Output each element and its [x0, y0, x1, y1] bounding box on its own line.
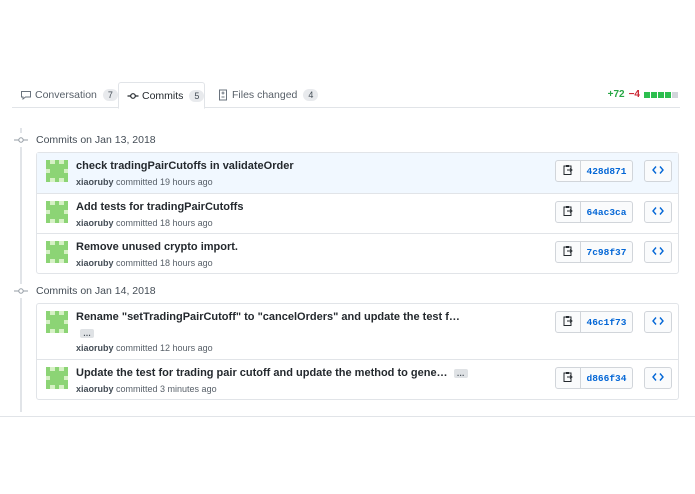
- diffstat-block: [672, 91, 678, 98]
- pr-tabs: Conversation 7 Commits 5 Files changed 4: [12, 82, 680, 109]
- avatar[interactable]: [46, 311, 68, 333]
- commit-sha-link[interactable]: 7c98f37: [581, 241, 633, 263]
- copy-sha-button[interactable]: [555, 311, 581, 333]
- commit-title-link[interactable]: Rename "setTradingPairCutoff" to "cancel…: [76, 311, 460, 323]
- commit-author-link[interactable]: xiaoruby: [76, 177, 114, 187]
- browse-repo-button[interactable]: [644, 160, 672, 182]
- commit-meta: xiaoruby committed 18 hours ago: [76, 258, 213, 268]
- commit-title-link[interactable]: check tradingPairCutoffs in validateOrde…: [76, 160, 294, 172]
- commit-group-header: Commits on Jan 14, 2018: [14, 284, 156, 298]
- tab-label: Commits: [142, 89, 184, 102]
- browse-repo-button[interactable]: [644, 311, 672, 333]
- code-icon: [652, 203, 664, 221]
- commit-group-header: Commits on Jan 13, 2018: [14, 133, 156, 147]
- copy-sha-button[interactable]: [555, 367, 581, 389]
- avatar[interactable]: [46, 241, 68, 263]
- commit-row: Rename "setTradingPairCutoff" to "cancel…: [37, 304, 678, 359]
- tab-commits[interactable]: Commits 5: [118, 82, 205, 109]
- tab-counter: 7: [102, 89, 118, 101]
- commit-time: committed 18 hours ago: [116, 218, 213, 228]
- diffstat: +72 −4: [608, 89, 678, 100]
- divider: [0, 416, 695, 417]
- commit-title-link[interactable]: Remove unused crypto import.: [76, 241, 238, 253]
- commit-title-row: Update the test for trading pair cutoff …: [76, 367, 468, 379]
- avatar[interactable]: [46, 201, 68, 223]
- code-icon: [652, 313, 664, 331]
- commit-list: Rename "setTradingPairCutoff" to "cancel…: [36, 303, 679, 400]
- commit-meta: xiaoruby committed 19 hours ago: [76, 177, 213, 187]
- commit-author-link[interactable]: xiaoruby: [76, 258, 114, 268]
- git-commit-icon: [127, 90, 139, 102]
- commit-row: check tradingPairCutoffs in validateOrde…: [37, 153, 678, 193]
- commit-row: Add tests for tradingPairCutoffs xiaorub…: [37, 193, 678, 233]
- browse-repo-button[interactable]: [644, 201, 672, 223]
- diffstat-block: [665, 91, 671, 98]
- commit-title-link[interactable]: Add tests for tradingPairCutoffs: [76, 201, 243, 213]
- timeline-line: [20, 128, 22, 412]
- code-icon: [652, 243, 664, 261]
- tab-files-changed[interactable]: Files changed 4: [209, 82, 326, 108]
- clippy-icon: [563, 203, 573, 221]
- commit-meta: xiaoruby committed 12 hours ago: [76, 343, 213, 353]
- comment-icon: [20, 89, 32, 101]
- diffstat-deletions: −4: [628, 89, 640, 100]
- code-icon: [652, 162, 664, 180]
- commit-time: committed 18 hours ago: [116, 258, 213, 268]
- commit-row: Update the test for trading pair cutoff …: [37, 359, 678, 399]
- clippy-icon: [563, 162, 573, 180]
- tab-label: Conversation: [35, 89, 97, 101]
- commit-time: committed 19 hours ago: [116, 177, 213, 187]
- commit-sha-link[interactable]: 64ac3ca: [581, 201, 633, 223]
- commit-meta: xiaoruby committed 18 hours ago: [76, 218, 213, 228]
- sha-button-group: d866f34: [555, 367, 633, 389]
- commit-author-link[interactable]: xiaoruby: [76, 218, 114, 228]
- tab-conversation[interactable]: Conversation 7: [12, 82, 126, 108]
- git-commit-icon: [14, 133, 28, 147]
- sha-button-group: 7c98f37: [555, 241, 633, 263]
- diffstat-blocks: [643, 91, 678, 98]
- commit-time: committed 3 minutes ago: [116, 384, 217, 394]
- sha-button-group: 64ac3ca: [555, 201, 633, 223]
- avatar[interactable]: [46, 367, 68, 389]
- commit-row: Remove unused crypto import. xiaoruby co…: [37, 233, 678, 273]
- diffstat-block: [651, 91, 657, 98]
- diffstat-block: [658, 91, 664, 98]
- diffstat-block: [644, 91, 650, 98]
- commit-author-link[interactable]: xiaoruby: [76, 343, 114, 353]
- sha-button-group: 46c1f73: [555, 311, 633, 333]
- tab-label: Files changed: [232, 89, 298, 101]
- commit-sha-link[interactable]: 46c1f73: [581, 311, 633, 333]
- tab-counter: 4: [303, 89, 319, 101]
- clippy-icon: [563, 313, 573, 331]
- commit-sha-link[interactable]: 428d871: [581, 160, 633, 182]
- copy-sha-button[interactable]: [555, 241, 581, 263]
- expand-message-button[interactable]: …: [80, 329, 94, 338]
- git-commit-icon: [14, 284, 28, 298]
- avatar[interactable]: [46, 160, 68, 182]
- diffstat-additions: +72: [607, 89, 625, 100]
- copy-sha-button[interactable]: [555, 160, 581, 182]
- expand-message-button[interactable]: …: [453, 368, 468, 378]
- browse-repo-button[interactable]: [644, 241, 672, 263]
- commit-group-date: Commits on Jan 13, 2018: [36, 134, 156, 146]
- commit-group-date: Commits on Jan 14, 2018: [36, 285, 156, 297]
- commit-time: committed 12 hours ago: [116, 343, 213, 353]
- commit-list: check tradingPairCutoffs in validateOrde…: [36, 152, 679, 274]
- tab-counter: 5: [189, 89, 205, 102]
- commit-meta: xiaoruby committed 3 minutes ago: [76, 384, 217, 394]
- code-icon: [652, 369, 664, 387]
- sha-button-group: 428d871: [555, 160, 633, 182]
- copy-sha-button[interactable]: [555, 201, 581, 223]
- browse-repo-button[interactable]: [644, 367, 672, 389]
- commit-sha-link[interactable]: d866f34: [581, 367, 633, 389]
- clippy-icon: [563, 369, 573, 387]
- clippy-icon: [563, 243, 573, 261]
- commit-author-link[interactable]: xiaoruby: [76, 384, 114, 394]
- file-diff-icon: [217, 89, 229, 101]
- commit-title-link[interactable]: Update the test for trading pair cutoff …: [76, 367, 448, 379]
